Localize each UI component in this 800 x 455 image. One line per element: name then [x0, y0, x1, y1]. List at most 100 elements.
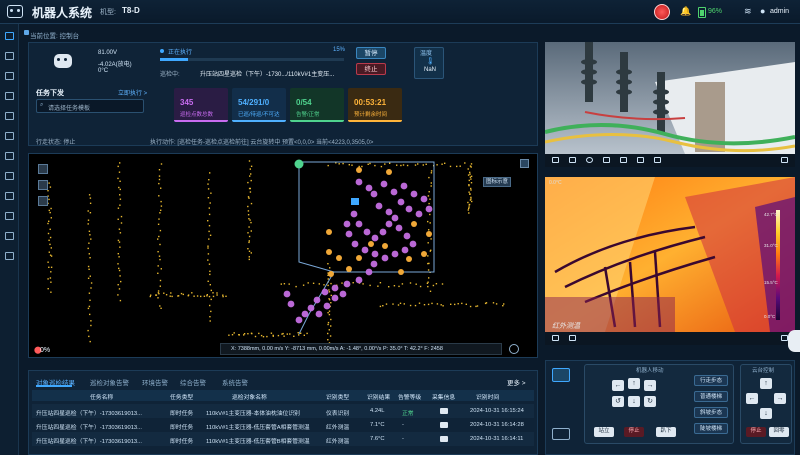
device-icon[interactable]	[5, 172, 14, 180]
settings-icon[interactable]	[5, 252, 14, 260]
folder-icon[interactable]	[5, 152, 14, 160]
collapse-handle[interactable]	[788, 330, 800, 352]
thermal-camera-feed[interactable]	[545, 177, 795, 332]
lidar-point	[379, 305, 382, 308]
lidar-point	[293, 335, 295, 337]
zoom-out-icon[interactable]	[620, 157, 627, 163]
lidar-point	[118, 171, 121, 173]
tab-system-alarms[interactable]: 系统告警	[222, 377, 248, 387]
left-forward-button[interactable]: ←	[612, 380, 624, 391]
gimbal-down-button[interactable]: ↓	[760, 408, 772, 419]
walk-gait-button[interactable]: 行走步态	[694, 375, 728, 386]
tab-object-alarms[interactable]: 巡检对象告警	[90, 377, 129, 387]
lidar-point	[468, 212, 470, 214]
lidar-point	[425, 163, 427, 165]
steep-stairs-button[interactable]: 陡坡楼梯	[694, 423, 728, 434]
tab-combined-alarms[interactable]: 综合告警	[180, 377, 206, 387]
edit-icon[interactable]	[5, 232, 14, 240]
lidar-point	[440, 304, 442, 306]
gimbal-home-button[interactable]: 回零	[769, 427, 789, 437]
tab-environment-alarms[interactable]: 环境告警	[142, 377, 168, 387]
lidar-point	[207, 220, 209, 222]
thermal-record-icon[interactable]	[569, 335, 576, 341]
map-zoom-icon[interactable]	[38, 164, 48, 174]
bell-icon[interactable]: 🔔	[680, 6, 691, 17]
battery-percentage: 96%	[708, 8, 723, 15]
movement-stop-button[interactable]: 停止	[624, 427, 644, 437]
expand-icon[interactable]	[520, 159, 529, 168]
inspection-map[interactable]	[29, 154, 537, 357]
lidar-point	[406, 164, 409, 167]
image-icon[interactable]	[440, 436, 448, 442]
inspection-point	[321, 288, 329, 296]
more-link[interactable]: 更多 >	[507, 377, 526, 387]
image-icon[interactable]	[440, 408, 448, 414]
user-icon[interactable]: ●	[760, 6, 765, 16]
table-cell: 2024-10-31 16:14:11	[470, 436, 524, 442]
monitor-mode-icon[interactable]	[552, 428, 570, 440]
gimbal-right-button[interactable]: →	[774, 393, 786, 404]
gimbal-up-button[interactable]: ↑	[760, 378, 772, 389]
waypoint	[328, 271, 334, 277]
lidar-point	[119, 246, 121, 248]
map-legend-button[interactable]: 图标示意	[483, 177, 511, 187]
alarm-list-icon[interactable]	[5, 132, 14, 140]
stairs-button[interactable]: 普通楼梯	[694, 391, 728, 402]
snapshot-icon[interactable]	[552, 157, 559, 163]
lidar-point	[441, 283, 444, 285]
visible-camera-feed[interactable]	[545, 42, 795, 154]
lidar-point	[469, 173, 471, 175]
thermal-snapshot-icon[interactable]	[552, 335, 559, 341]
thermal-fullscreen-icon[interactable]	[781, 335, 788, 341]
stop-button[interactable]: 终止	[356, 63, 386, 75]
fullscreen-icon[interactable]	[781, 157, 788, 163]
map-layer-icon[interactable]	[38, 180, 48, 190]
execute-now-link[interactable]: 立即执行 >	[118, 88, 147, 97]
right-forward-button[interactable]: →	[644, 380, 656, 391]
zoom-in-icon[interactable]	[603, 157, 610, 163]
inspection-point	[405, 205, 413, 213]
lidar-point	[191, 292, 193, 294]
turn-right-button[interactable]: ↻	[644, 396, 656, 407]
inspection-point	[339, 290, 347, 298]
light-icon[interactable]	[637, 157, 644, 163]
chart-icon[interactable]	[5, 192, 14, 200]
map-reset-icon[interactable]	[509, 344, 519, 354]
lidar-point	[157, 238, 159, 240]
emergency-alarm-button[interactable]	[654, 4, 670, 20]
focus-icon[interactable]	[586, 157, 593, 163]
stand-button[interactable]: 站立	[594, 427, 614, 437]
lidar-point	[247, 205, 249, 208]
wiper-icon[interactable]	[654, 157, 661, 163]
user-manage-icon[interactable]	[5, 212, 14, 220]
lidar-point	[48, 198, 50, 201]
map-center-icon[interactable]	[38, 196, 48, 206]
lidar-point	[159, 285, 161, 287]
inspection-point	[350, 210, 358, 218]
pause-button[interactable]: 暂停	[356, 47, 386, 59]
inspection-point	[371, 234, 379, 242]
lidar-point	[398, 285, 400, 288]
gamepad-mode-icon[interactable]	[552, 368, 570, 382]
lidar-point	[228, 334, 230, 336]
monitor-icon[interactable]	[5, 52, 14, 60]
slope-gait-button[interactable]: 斜坡步态	[694, 407, 728, 418]
record-icon[interactable]	[569, 157, 576, 163]
report-icon[interactable]	[5, 112, 14, 120]
user-name[interactable]: admin	[770, 8, 789, 15]
task-icon[interactable]	[5, 92, 14, 100]
gimbal-stop-button[interactable]: 停止	[746, 427, 766, 437]
image-icon[interactable]	[440, 422, 448, 428]
lidar-point	[414, 304, 417, 307]
turn-left-button[interactable]: ↺	[612, 396, 624, 407]
backward-button[interactable]: ↓	[628, 396, 640, 407]
lidar-point	[207, 188, 210, 190]
console-icon[interactable]	[5, 32, 14, 40]
lidar-point	[88, 253, 90, 255]
lidar-point	[470, 178, 472, 180]
map-icon[interactable]	[5, 72, 14, 80]
forward-button[interactable]: ↑	[628, 378, 640, 389]
lie-down-button[interactable]: 趴下	[656, 427, 676, 437]
inspection-point	[379, 228, 387, 236]
gimbal-left-button[interactable]: ←	[746, 393, 758, 404]
